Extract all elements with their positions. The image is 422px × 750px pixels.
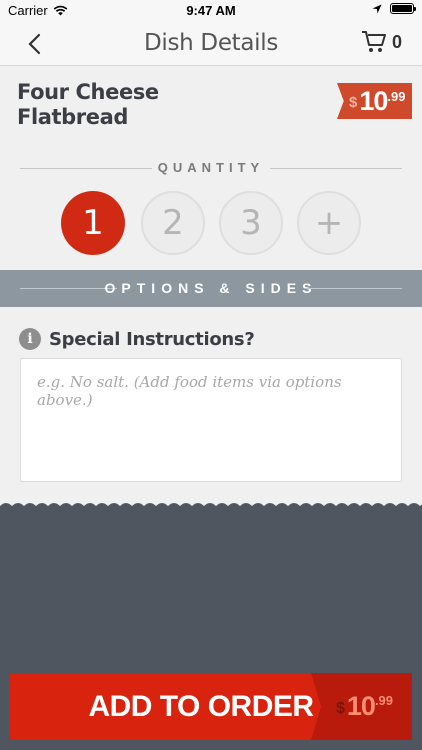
special-instructions: i Special Instructions? (0, 307, 422, 507)
add-to-order-price: $ 10 .99 (311, 673, 412, 740)
cart-button[interactable]: 0 (361, 30, 402, 54)
status-right (372, 3, 416, 14)
options-sides-bar[interactable]: OPTIONS & SIDES (0, 270, 422, 307)
dish-name-line1: Four Cheese (17, 80, 159, 104)
dish-name: Four Cheese Flatbread (17, 80, 217, 130)
quantity-label-row: QUANTITY (0, 159, 422, 177)
price-currency: $ (349, 94, 358, 111)
add-to-order-button[interactable]: ADD TO ORDER $ 10 .99 (10, 673, 412, 740)
quantity-option-3[interactable]: 3 (219, 191, 283, 255)
order-price-dollars: 10 (346, 691, 376, 721)
price-tag-inner: $ 10 .99 (349, 86, 405, 117)
options-divider-right (305, 288, 402, 289)
special-instructions-input[interactable] (20, 358, 402, 482)
info-icon: i (19, 328, 41, 350)
dish-name-line2: Flatbread (17, 105, 128, 129)
instructions-header: i Special Instructions? (19, 328, 255, 350)
wave-divider (0, 503, 422, 512)
quantity-more-button[interactable]: + (297, 191, 361, 255)
divider-right (270, 168, 402, 169)
quantity-selector: 1 2 3 + (0, 191, 422, 255)
quantity-section: QUANTITY 1 2 3 + (0, 145, 422, 270)
clock: 9:47 AM (186, 3, 236, 18)
page-title: Dish Details (143, 30, 279, 56)
battery-icon (390, 3, 416, 14)
order-price-currency: $ (335, 700, 345, 717)
price-tag: $ 10 .99 (337, 83, 412, 119)
divider-left (20, 168, 152, 169)
instructions-title: Special Instructions? (49, 328, 255, 350)
quantity-option-1[interactable]: 1 (61, 191, 125, 255)
cart-icon (361, 31, 386, 52)
nav-bar: Dish Details 0 (0, 22, 422, 66)
quantity-option-2[interactable]: 2 (141, 191, 205, 255)
status-bar: Carrier 9:47 AM (0, 0, 422, 22)
add-to-order-price-inner: $ 10 .99 (336, 691, 393, 722)
price-dollars: 10 (359, 86, 388, 116)
quantity-label: QUANTITY (157, 160, 265, 175)
order-price-cents: .99 (374, 693, 394, 708)
location-arrow-icon (372, 4, 382, 13)
dish-header: Four Cheese Flatbread $ 10 .99 (0, 67, 422, 145)
price-cents: .99 (387, 89, 406, 104)
cart-count: 0 (391, 31, 402, 52)
